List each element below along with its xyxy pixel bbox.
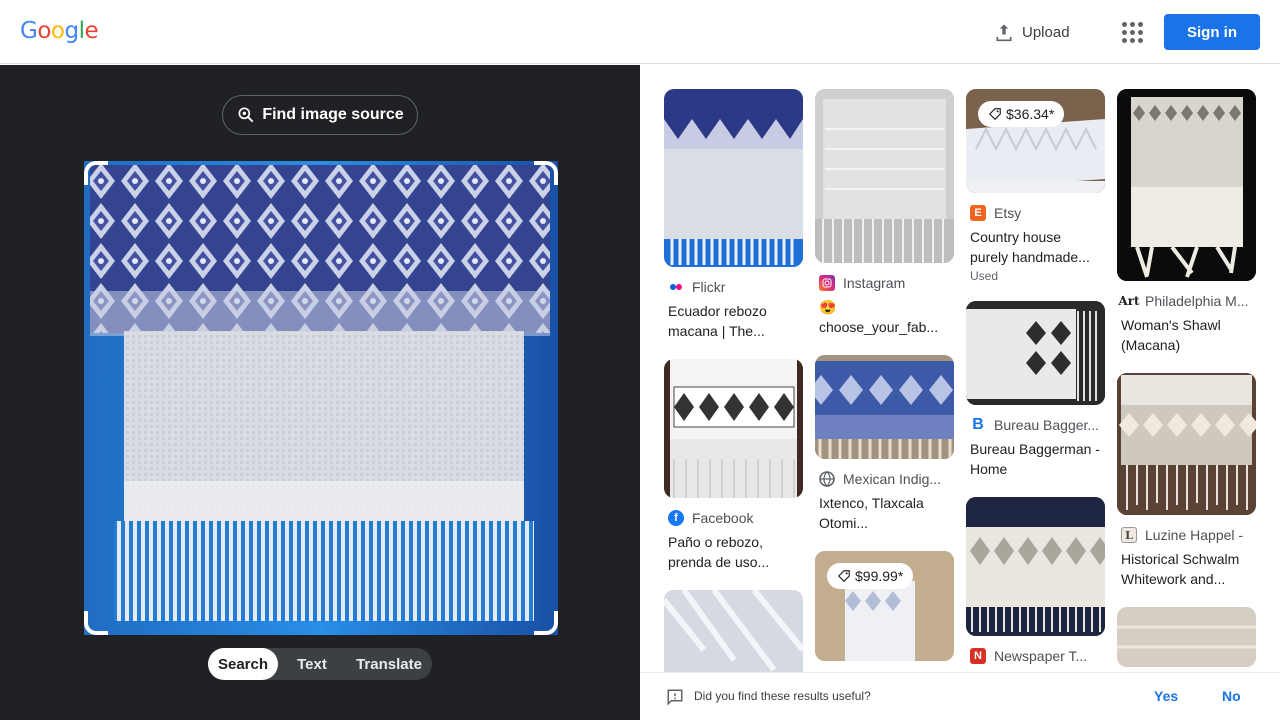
feedback-yes-button[interactable]: Yes (1154, 688, 1178, 704)
find-image-source-label: Find image source (262, 106, 404, 123)
feedback-bar: Did you find these results useful? Yes N… (640, 672, 1280, 720)
facebook-icon: f (668, 510, 684, 526)
condition-label: Used (970, 269, 999, 283)
result-thumbnail[interactable] (664, 590, 803, 672)
result-card[interactable] (1117, 607, 1256, 667)
instagram-icon (819, 275, 835, 291)
result-thumbnail[interactable] (966, 497, 1105, 636)
result-source: Flickr (664, 279, 803, 295)
result-source: L Luzine Happel - (1117, 527, 1256, 543)
lens-search-icon (238, 107, 254, 123)
result-title[interactable]: Country house purely handmade... (966, 227, 1105, 267)
result-title[interactable]: Historical Schwalm Whitework and... (1117, 549, 1256, 589)
google-logo[interactable]: Google (20, 18, 99, 44)
result-card[interactable]: Mexican Indig... Ixtenco, Tlaxcala Otomi… (815, 355, 954, 533)
result-card[interactable]: $99.99* (815, 551, 954, 661)
feedback-no-button[interactable]: No (1222, 688, 1241, 704)
results-column-3: $36.34* E Etsy Country house purely hand… (966, 89, 1105, 672)
result-source: Instagram (815, 275, 954, 291)
etsy-icon: E (970, 205, 986, 221)
result-thumbnail[interactable] (664, 359, 803, 498)
result-title[interactable]: Paño o rebozo, prenda de uso... (664, 532, 803, 572)
apps-grid-icon[interactable] (1117, 17, 1147, 47)
result-thumbnail[interactable] (815, 89, 954, 263)
result-thumbnail[interactable] (966, 301, 1105, 405)
price-tag-icon (988, 108, 1001, 121)
bureau-icon: B (972, 417, 984, 433)
result-title[interactable]: 😍 choose_your_fab... (815, 297, 954, 337)
result-title[interactable]: Ecuador rebozo macana | The... (664, 301, 803, 341)
feedback-question: Did you find these results useful? (694, 689, 871, 703)
globe-icon (819, 471, 835, 487)
result-title[interactable]: Woman's Shawl (Macana) (1117, 315, 1256, 355)
result-card[interactable]: L Luzine Happel - Historical Schwalm Whi… (1117, 373, 1256, 589)
crop-corner-tl[interactable] (84, 161, 108, 185)
philadelphia-art-icon: Art (1118, 294, 1140, 308)
search-mode-tab[interactable]: Search (208, 648, 278, 680)
result-thumbnail[interactable] (815, 355, 954, 459)
result-card[interactable]: Art Philadelphia M... Woman's Shawl (Mac… (1117, 89, 1256, 355)
flickr-icon (668, 279, 684, 295)
result-source: f Facebook (664, 510, 803, 526)
result-card[interactable]: f Facebook Paño o rebozo, prenda de uso.… (664, 359, 803, 572)
result-source: Art Philadelphia M... (1118, 293, 1249, 309)
site-icon: N (970, 648, 986, 664)
result-title[interactable]: Bureau Baggerman - Home (966, 439, 1105, 479)
mode-selector: Search Text Translate (208, 648, 432, 680)
results-column-4: Art Philadelphia M... Woman's Shawl (Mac… (1117, 89, 1256, 672)
upload-icon (996, 24, 1012, 42)
result-card[interactable]: $36.34* E Etsy Country house purely hand… (966, 89, 1105, 283)
crop-corner-bl[interactable] (84, 611, 108, 635)
feedback-icon (667, 689, 683, 706)
result-source: B Bureau Bagger... (966, 417, 1105, 433)
result-source: N Newspaper T... (966, 648, 1105, 664)
result-card[interactable]: B Bureau Bagger... Bureau Baggerman - Ho… (966, 301, 1105, 479)
price-badge: $99.99* (827, 563, 914, 589)
crop-corner-tr[interactable] (534, 161, 558, 185)
result-card[interactable]: Flickr Ecuador rebozo macana | The... (664, 89, 803, 341)
crop-corner-br[interactable] (534, 611, 558, 635)
heart-eyes-emoji: 😍 (819, 299, 837, 315)
header: Google Upload Sign in (0, 0, 1280, 64)
result-title[interactable]: Ixtenco, Tlaxcala Otomi... (815, 493, 954, 533)
upload-button[interactable]: Upload (986, 16, 1078, 48)
result-source: Mexican Indig... (815, 471, 954, 487)
query-image-panel: Find image source Search Text Translate (0, 65, 640, 720)
result-thumbnail[interactable]: $99.99* (815, 551, 954, 661)
results-column-1: Flickr Ecuador rebozo macana | The... f … (664, 89, 803, 672)
luzine-icon: L (1121, 527, 1137, 543)
result-thumbnail[interactable] (664, 89, 803, 267)
price-badge: $36.34* (978, 101, 1065, 127)
results-panel: Flickr Ecuador rebozo macana | The... f … (640, 65, 1280, 672)
result-thumbnail[interactable] (1117, 373, 1256, 515)
find-image-source-button[interactable]: Find image source (222, 95, 418, 135)
sign-in-button[interactable]: Sign in (1164, 14, 1260, 50)
result-card[interactable]: Instagram 😍 choose_your_fab... (815, 89, 954, 337)
translate-mode-tab[interactable]: Translate (346, 648, 432, 680)
results-column-2: Instagram 😍 choose_your_fab... Mexican I… (815, 89, 954, 672)
price-tag-icon (837, 570, 850, 583)
query-image (84, 161, 558, 635)
text-mode-tab[interactable]: Text (278, 648, 346, 680)
result-thumbnail[interactable] (1117, 89, 1256, 281)
result-card[interactable]: N Newspaper T... (966, 497, 1105, 664)
result-thumbnail[interactable]: $36.34* (966, 89, 1105, 193)
result-card[interactable] (664, 590, 803, 672)
upload-label: Upload (1022, 23, 1070, 41)
result-thumbnail[interactable] (1117, 607, 1256, 667)
result-source: E Etsy (966, 205, 1105, 221)
